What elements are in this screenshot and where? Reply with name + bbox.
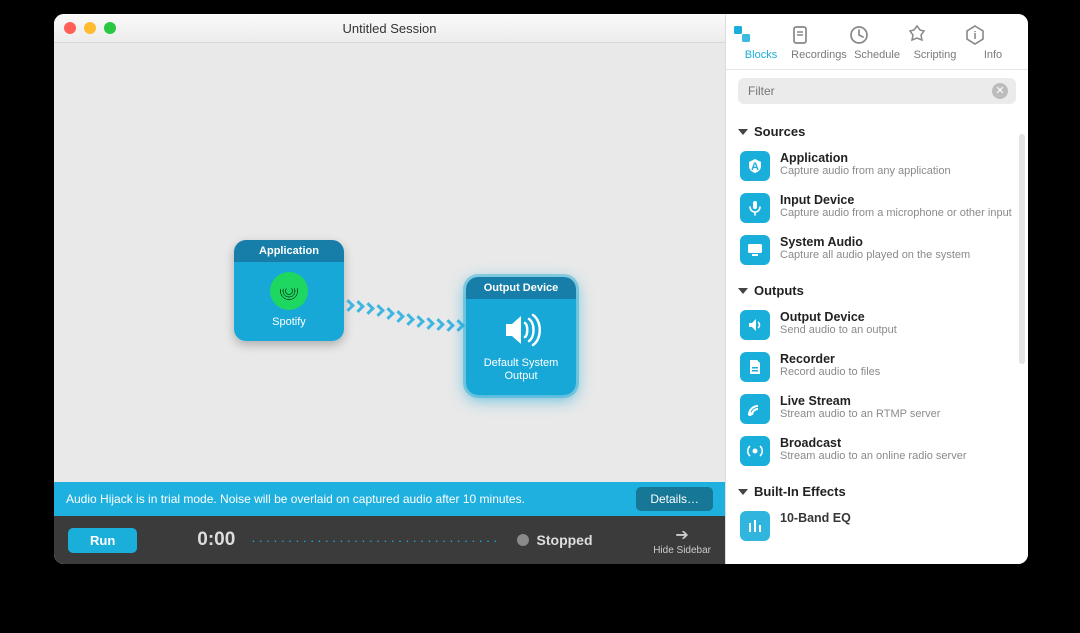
status-label: Stopped <box>537 532 593 548</box>
item-desc: Stream audio to an RTMP server <box>780 408 1020 422</box>
block-label: Default System Output <box>470 357 572 383</box>
window-title: Untitled Session <box>343 21 437 36</box>
item-desc: Stream audio to an online radio server <box>780 450 1020 464</box>
tab-label: Scripting <box>914 49 957 61</box>
application-icon: A <box>740 151 770 181</box>
chevron-down-icon <box>738 288 748 294</box>
item-name: System Audio <box>780 235 1020 249</box>
filter-field: ✕ <box>738 78 1016 104</box>
spotify-icon <box>270 272 308 310</box>
run-button[interactable]: Run <box>68 528 137 553</box>
item-desc: Record audio to files <box>780 366 1020 380</box>
window-controls <box>64 22 116 34</box>
library-item-system-audio[interactable]: System AudioCapture all audio played on … <box>738 229 1022 271</box>
trial-notice-bar: Audio Hijack is in trial mode. Noise wil… <box>54 482 725 516</box>
block-output-device[interactable]: Output Device Default System Output <box>466 277 576 395</box>
audio-cable <box>344 299 474 339</box>
trial-message: Audio Hijack is in trial mode. Noise wil… <box>66 492 525 506</box>
library-item-broadcast[interactable]: BroadcastStream audio to an online radio… <box>738 430 1022 472</box>
speaker-icon <box>500 309 542 351</box>
section-title: Built-In Effects <box>754 484 846 499</box>
item-name: Broadcast <box>780 436 1020 450</box>
microphone-icon <box>740 193 770 223</box>
level-meter: ·································· <box>251 533 500 548</box>
block-header: Output Device <box>466 277 576 299</box>
control-bar: Run 0:00 ·······························… <box>54 516 725 564</box>
section-title: Sources <box>754 124 805 139</box>
scrollbar[interactable] <box>1019 134 1025 364</box>
details-button[interactable]: Details… <box>636 487 713 511</box>
close-icon[interactable] <box>64 22 76 34</box>
sidebar-toggle-icon: ➔ <box>653 525 711 545</box>
item-desc: Capture audio from a microphone or other… <box>780 207 1020 221</box>
monitor-icon <box>740 235 770 265</box>
satellite-icon <box>740 394 770 424</box>
status-indicator-icon <box>517 534 529 546</box>
tab-scripting[interactable]: Scripting <box>906 24 964 61</box>
library-item-live-stream[interactable]: Live StreamStream audio to an RTMP serve… <box>738 388 1022 430</box>
file-icon <box>740 352 770 382</box>
item-desc: Capture audio from any application <box>780 165 1020 179</box>
item-name: Output Device <box>780 310 1020 324</box>
item-desc: Send audio to an output <box>780 324 1020 338</box>
tab-label: Info <box>984 49 1002 61</box>
clear-filter-icon[interactable]: ✕ <box>992 83 1008 99</box>
library-item-input-device[interactable]: Input DeviceCapture audio from a microph… <box>738 187 1022 229</box>
blocks-icon <box>732 24 790 46</box>
block-label: Spotify <box>238 316 340 329</box>
item-name: Input Device <box>780 193 1020 207</box>
svg-text:i: i <box>973 30 976 42</box>
block-application[interactable]: Application Spotify <box>234 240 344 341</box>
session-pane: Untitled Session Application Spotify <box>54 14 725 564</box>
tab-label: Recordings <box>791 49 847 61</box>
item-name: 10-Band EQ <box>780 511 1020 525</box>
section-outputs[interactable]: Outputs <box>738 283 1022 298</box>
library-item-application[interactable]: A ApplicationCapture audio from any appl… <box>738 145 1022 187</box>
block-header: Application <box>234 240 344 262</box>
svg-text:A: A <box>751 161 759 173</box>
zoom-icon[interactable] <box>104 22 116 34</box>
item-name: Live Stream <box>780 394 1020 408</box>
sidebar-toggle-label: Hide Sidebar <box>653 545 711 556</box>
broadcast-icon <box>740 436 770 466</box>
section-effects[interactable]: Built-In Effects <box>738 484 1022 499</box>
hide-sidebar-button[interactable]: ➔ Hide Sidebar <box>653 525 711 556</box>
tab-recordings[interactable]: Recordings <box>790 24 848 61</box>
eq-icon <box>740 511 770 541</box>
item-name: Recorder <box>780 352 1020 366</box>
speaker-icon <box>740 310 770 340</box>
chevron-down-icon <box>738 489 748 495</box>
section-title: Outputs <box>754 283 804 298</box>
tab-info[interactable]: i Info <box>964 24 1022 61</box>
session-canvas[interactable]: Application Spotify O <box>54 43 725 482</box>
library-item-10band-eq[interactable]: 10-Band EQ <box>738 505 1022 547</box>
elapsed-time: 0:00 <box>197 529 235 551</box>
tab-schedule[interactable]: Schedule <box>848 24 906 61</box>
tab-label: Schedule <box>854 49 900 61</box>
library-panel[interactable]: Sources A ApplicationCapture audio from … <box>726 112 1028 564</box>
chevron-down-icon <box>738 129 748 135</box>
item-desc: Capture all audio played on the system <box>780 249 1020 263</box>
filter-input[interactable] <box>738 78 1016 104</box>
info-icon: i <box>964 24 1022 46</box>
scripting-icon <box>906 24 964 46</box>
recordings-icon <box>790 24 848 46</box>
tab-blocks[interactable]: Blocks <box>732 24 790 61</box>
tab-label: Blocks <box>745 49 777 61</box>
minimize-icon[interactable] <box>84 22 96 34</box>
library-item-output-device[interactable]: Output DeviceSend audio to an output <box>738 304 1022 346</box>
sidebar-tabs: Blocks Recordings Schedule Scripting i I… <box>726 14 1028 70</box>
schedule-icon <box>848 24 906 46</box>
item-name: Application <box>780 151 1020 165</box>
app-window: Untitled Session Application Spotify <box>54 14 1028 564</box>
section-sources[interactable]: Sources <box>738 124 1022 139</box>
library-sidebar: Blocks Recordings Schedule Scripting i I… <box>725 14 1028 564</box>
titlebar: Untitled Session <box>54 14 725 43</box>
library-item-recorder[interactable]: RecorderRecord audio to files <box>738 346 1022 388</box>
